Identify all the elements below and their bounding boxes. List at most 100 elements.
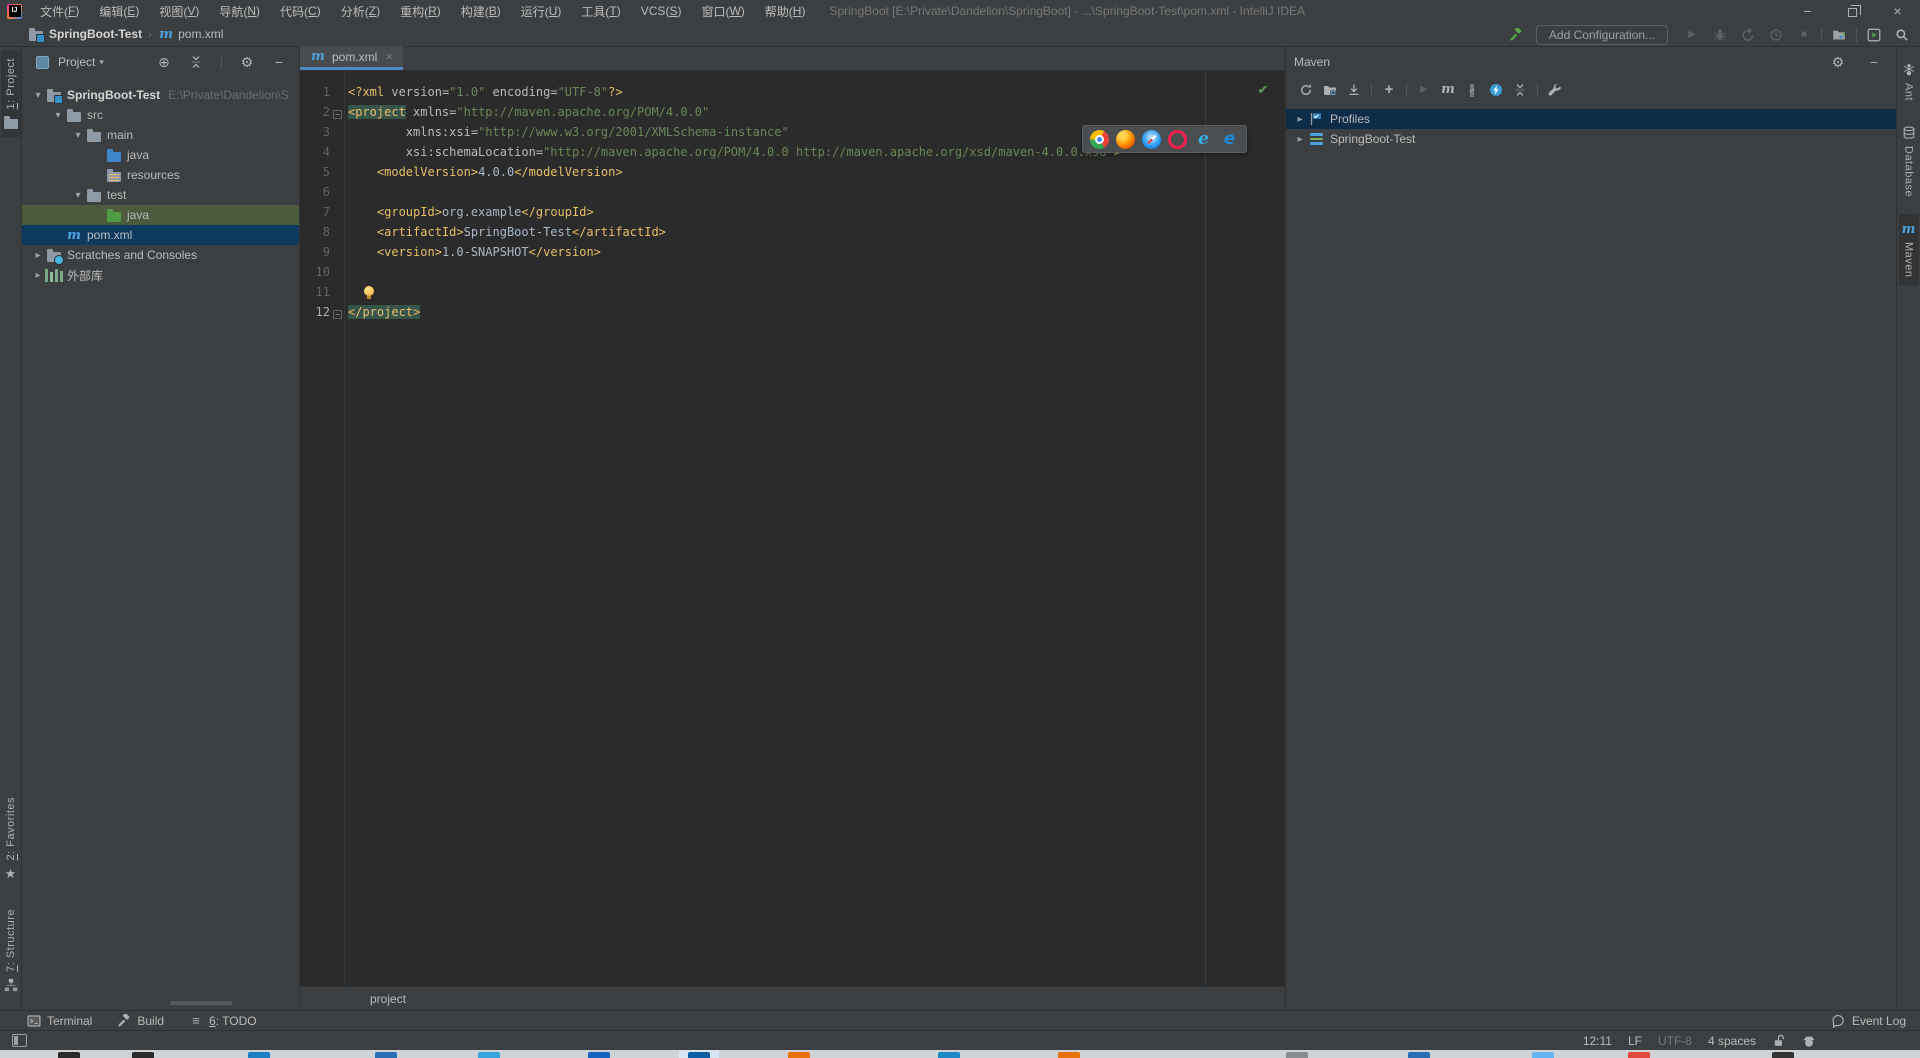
tool-stripe-favorites[interactable]: 2: Favorites★ (1, 790, 21, 888)
event-log-button[interactable]: Event Log (1830, 1013, 1906, 1029)
minus-button[interactable]: − (267, 52, 291, 72)
maven-item-1[interactable]: ▸SpringBoot-Test (1286, 129, 1896, 149)
taskbar-app[interactable] (688, 1052, 710, 1058)
code-line[interactable]: 11 (300, 285, 1285, 305)
pstruct-button[interactable] (1827, 25, 1851, 45)
bottom-tool-todo[interactable]: ≡6: TODO (188, 1013, 257, 1029)
code-line[interactable]: 9 <version>1.0-SNAPSHOT</version> (300, 245, 1285, 265)
tree-item-0[interactable]: ▾SpringBoot-TestE:\Private\Dandelion\S (22, 85, 299, 105)
menu-item-vcs[interactable]: VCS(S) (631, 0, 692, 22)
menu-item-build[interactable]: 构建(B) (451, 0, 511, 22)
caret-position[interactable]: 12:11 (1583, 1034, 1612, 1048)
menu-item-tools[interactable]: 工具(T) (571, 0, 630, 22)
menu-item-edit[interactable]: 编辑(E) (89, 0, 149, 22)
tree-down-arrow-icon[interactable]: ▾ (50, 110, 66, 121)
taskbar-app[interactable] (478, 1052, 500, 1058)
browser-opera-icon[interactable] (1168, 130, 1187, 149)
tree-item-5[interactable]: ▾test (22, 185, 299, 205)
breadcrumb-project[interactable]: SpringBoot-Test (49, 27, 142, 41)
project-header-title[interactable]: Project (58, 55, 95, 69)
profile-button[interactable] (1736, 25, 1760, 45)
bug-button[interactable] (1708, 25, 1732, 45)
taskbar-app[interactable] (1772, 1052, 1794, 1058)
tree-down-arrow-icon[interactable]: ▾ (70, 190, 86, 201)
menu-item-view[interactable]: 视图(V) (149, 0, 209, 22)
tree-right-arrow-icon[interactable]: ▸ (30, 250, 46, 261)
clock-button[interactable] (1764, 25, 1788, 45)
tree-right-arrow-icon[interactable]: ▸ (30, 270, 46, 281)
code-line[interactable]: 8 <artifactId>SpringBoot-Test</artifactI… (300, 225, 1285, 245)
tool-stripe-ant[interactable]: Ant (1899, 55, 1919, 108)
play-button[interactable]: ▶ (1412, 80, 1436, 100)
bottom-tool-terminal[interactable]: Terminal (26, 1013, 92, 1029)
taskbar-app[interactable] (1628, 1052, 1650, 1058)
tree-item-7[interactable]: mpom.xml (22, 225, 299, 245)
line-separator[interactable]: LF (1628, 1034, 1642, 1048)
tree-item-1[interactable]: ▾src (22, 105, 299, 125)
menu-item-code[interactable]: 代码(C) (270, 0, 331, 22)
tree-down-arrow-icon[interactable]: ▾ (30, 90, 46, 101)
tree-right-arrow-icon[interactable]: ▸ (1292, 134, 1308, 145)
taskbar-app[interactable] (1058, 1052, 1080, 1058)
tree-down-arrow-icon[interactable]: ▾ (70, 130, 86, 141)
search-button[interactable] (1890, 25, 1914, 45)
download-button[interactable] (1342, 80, 1366, 100)
tree-item-3[interactable]: java (22, 145, 299, 165)
skip-button[interactable]: ∦ (1460, 80, 1484, 100)
breadcrumb-tag[interactable]: project (370, 992, 406, 1006)
gear-button[interactable]: ⚙ (235, 52, 259, 72)
menu-item-analyze[interactable]: 分析(Z) (331, 0, 390, 22)
tool-stripe-project[interactable]: 1: Project (1, 51, 21, 137)
code-line[interactable]: 7 <groupId>org.example</groupId> (300, 205, 1285, 225)
menu-item-window[interactable]: 窗口(W) (691, 0, 754, 22)
browser-safari-icon[interactable] (1142, 130, 1161, 149)
code-line[interactable]: 10 (300, 265, 1285, 285)
locate-button[interactable]: ⊕ (152, 52, 176, 72)
file-encoding[interactable]: UTF-8 (1658, 1034, 1692, 1048)
fold-marker-icon[interactable]: − (333, 110, 342, 119)
offline-button[interactable] (1484, 80, 1508, 100)
code-line[interactable]: 1<?xml version="1.0" encoding="UTF-8"?> (300, 85, 1285, 105)
taskbar-app[interactable] (248, 1052, 270, 1058)
code-line[interactable]: 12−</project> (300, 305, 1285, 325)
gear-button[interactable]: ⚙ (1826, 52, 1850, 72)
minus-button[interactable]: − (1862, 52, 1886, 72)
taskbar-app[interactable] (132, 1052, 154, 1058)
code-line[interactable]: 2−<project xmlns="http://maven.apache.or… (300, 105, 1285, 125)
tree-item-8[interactable]: ▸Scratches and Consoles (22, 245, 299, 265)
browser-chrome-icon[interactable] (1090, 130, 1109, 149)
tool-stripe-structure[interactable]: 7: Structure (1, 902, 21, 1000)
close-button[interactable]: × (1875, 0, 1920, 22)
browser-ie-icon[interactable]: e (1194, 130, 1213, 149)
playbox-button[interactable] (1862, 25, 1886, 45)
chevron-down-icon[interactable]: ▾ (99, 57, 104, 68)
taskbar-app[interactable] (938, 1052, 960, 1058)
horizontal-scrollbar[interactable] (170, 1001, 232, 1005)
refresh-button[interactable] (1294, 80, 1318, 100)
toolwindow-toggle-icon[interactable] (12, 1034, 27, 1047)
tree-item-6[interactable]: java (22, 205, 299, 225)
menu-item-run[interactable]: 运行(U) (511, 0, 572, 22)
close-tab-icon[interactable]: × (385, 49, 393, 64)
restore-button[interactable] (1830, 0, 1875, 22)
tree-item-9[interactable]: ▸外部库 (22, 265, 299, 285)
taskbar-app[interactable] (58, 1052, 80, 1058)
taskbar-app[interactable] (1408, 1052, 1430, 1058)
taskbar-app[interactable] (1532, 1052, 1554, 1058)
minimize-button[interactable]: − (1785, 0, 1830, 22)
tab-pom-xml[interactable]: m pom.xml × (300, 46, 403, 70)
menu-item-refactor[interactable]: 重构(R) (390, 0, 451, 22)
menu-item-navigate[interactable]: 导航(N) (209, 0, 270, 22)
add-configuration-button[interactable]: Add Configuration... (1536, 25, 1668, 45)
highlighting-level-icon[interactable] (1802, 1034, 1816, 1048)
readonly-lock-icon[interactable] (1772, 1034, 1786, 1048)
play-button[interactable]: ▶ (1680, 25, 1704, 45)
taskbar-app[interactable] (788, 1052, 810, 1058)
intention-bulb-icon[interactable] (348, 285, 364, 301)
tool-stripe-database[interactable]: Database (1899, 118, 1919, 204)
collapse-button[interactable] (184, 52, 208, 72)
browser-firefox-icon[interactable] (1116, 130, 1135, 149)
taskbar-app[interactable] (1286, 1052, 1308, 1058)
mgoal-button[interactable]: m (1436, 80, 1460, 100)
browser-edge-icon[interactable]: e (1220, 130, 1239, 149)
